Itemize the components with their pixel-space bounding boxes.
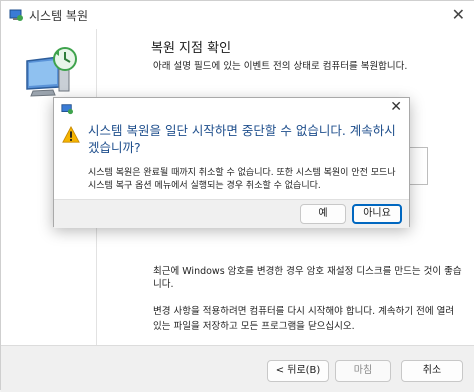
warning-icon — [62, 126, 80, 143]
close-icon[interactable]: ✕ — [452, 5, 465, 24]
window-title: 시스템 복원 — [29, 9, 89, 23]
dialog-button-bar: 예 아니요 — [54, 199, 409, 228]
page-description: 아래 설명 필드에 있는 이벤트 전의 상태로 컴퓨터를 복원합니다. — [153, 61, 408, 72]
no-button[interactable]: 아니요 — [352, 204, 402, 224]
cancel-button[interactable]: 취소 — [401, 360, 463, 382]
password-reset-note: 최근에 Windows 암호를 변경한 경우 암호 재설정 디스크를 만드는 것… — [153, 266, 462, 290]
dialog-main-instruction: 시스템 복원을 일단 시작하면 중단할 수 없습니다. 계속하시겠습니까? — [88, 123, 396, 155]
back-button[interactable]: < 뒤로(B) — [267, 360, 329, 382]
system-restore-icon — [9, 9, 23, 21]
yes-button[interactable]: 예 — [300, 204, 346, 224]
finish-button[interactable]: 마침 — [335, 360, 391, 382]
confirm-dialog: ✕ 시스템 복원을 일단 시작하면 중단할 수 없습니다. 계속하시겠습니까? … — [53, 97, 410, 228]
title-bar: 시스템 복원 ✕ — [1, 1, 474, 29]
dialog-content-text: 시스템 복원은 완료될 때까지 취소할 수 없습니다. 또한 시스템 복원이 안… — [88, 168, 396, 191]
wizard-footer: < 뒤로(B) 마침 취소 — [1, 345, 474, 392]
system-restore-icon — [61, 104, 73, 115]
restart-warning-note: 변경 사항을 적용하려면 컴퓨터를 다시 시작해야 합니다. 계속하기 전에 열… — [153, 306, 455, 332]
dialog-close-icon[interactable]: ✕ — [390, 99, 402, 115]
page-heading: 복원 지점 확인 — [151, 41, 232, 56]
